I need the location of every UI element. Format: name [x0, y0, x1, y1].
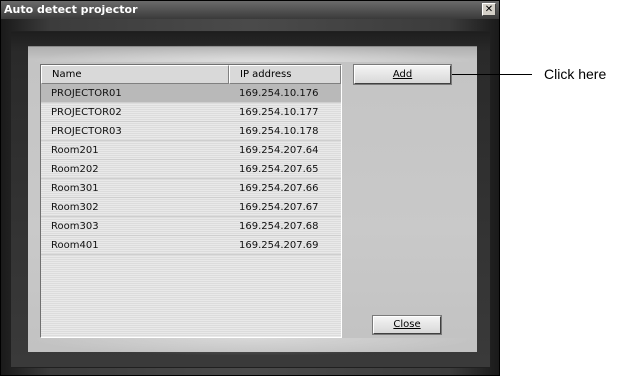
table-row[interactable]: PROJECTOR03 169.254.10.178 — [41, 122, 341, 141]
row-name: PROJECTOR02 — [51, 107, 122, 118]
row-name: Room202 — [51, 164, 99, 175]
table-row[interactable]: Room401 169.254.207.69 — [41, 236, 341, 255]
close-button-label: Close — [393, 319, 421, 330]
list-header: Name IP address — [41, 65, 341, 84]
row-name: Room401 — [51, 240, 99, 251]
row-name: Room301 — [51, 183, 99, 194]
table-row[interactable]: Room201 169.254.207.64 — [41, 141, 341, 160]
window-close-icon[interactable]: ✕ — [482, 3, 496, 16]
table-row[interactable]: Room202 169.254.207.65 — [41, 160, 341, 179]
close-button[interactable]: Close — [372, 315, 442, 335]
row-name: PROJECTOR01 — [51, 88, 122, 99]
panel-bottom-highlight — [28, 338, 477, 356]
window-title: Auto detect projector — [4, 3, 138, 16]
row-ip: 169.254.207.68 — [239, 221, 319, 232]
callout-line — [452, 74, 532, 75]
table-row[interactable]: Room303 169.254.207.68 — [41, 217, 341, 236]
row-ip: 169.254.207.69 — [239, 240, 319, 251]
projector-list[interactable]: Name IP address PROJECTOR01 169.254.10.17… — [40, 64, 342, 338]
row-name: Room201 — [51, 145, 99, 156]
row-ip: 169.254.207.64 — [239, 145, 319, 156]
row-ip: 169.254.207.66 — [239, 183, 319, 194]
table-row[interactable]: PROJECTOR02 169.254.10.177 — [41, 103, 341, 122]
table-row[interactable]: Room301 169.254.207.66 — [41, 179, 341, 198]
row-ip: 169.254.10.177 — [239, 107, 319, 118]
row-ip: 169.254.207.65 — [239, 164, 319, 175]
title-bar: Auto detect projector ✕ — [1, 1, 499, 19]
row-name: PROJECTOR03 — [51, 126, 122, 137]
table-row[interactable]: PROJECTOR01 169.254.10.176 — [41, 84, 341, 103]
column-header-ip[interactable]: IP address — [229, 65, 341, 84]
add-button[interactable]: Add — [353, 64, 452, 85]
table-row[interactable]: Room302 169.254.207.67 — [41, 198, 341, 217]
row-ip: 169.254.10.176 — [239, 88, 319, 99]
column-header-name[interactable]: Name — [41, 65, 229, 84]
callout-text: Click here — [544, 66, 607, 82]
panel-top-highlight — [28, 44, 477, 62]
row-name: Room302 — [51, 202, 99, 213]
row-name: Room303 — [51, 221, 99, 232]
add-button-label: Add — [392, 69, 413, 80]
row-ip: 169.254.207.67 — [239, 202, 319, 213]
row-ip: 169.254.10.178 — [239, 126, 319, 137]
